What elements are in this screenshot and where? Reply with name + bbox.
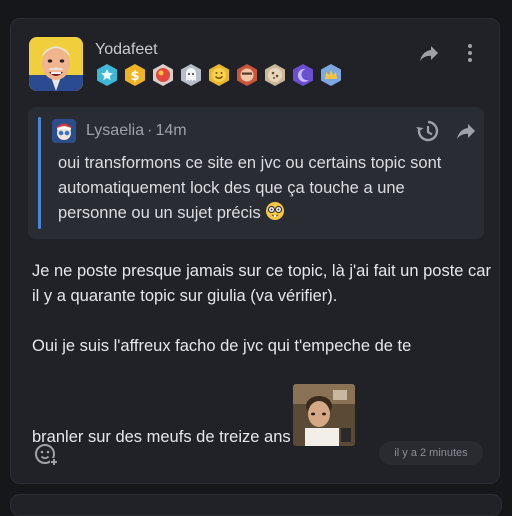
fire-badge-icon[interactable] (151, 63, 175, 87)
quote-time: 14m (155, 122, 187, 139)
smile-badge-icon[interactable] (207, 63, 231, 87)
username[interactable]: Yodafeet (95, 41, 158, 59)
badge-row: $ (95, 63, 343, 87)
quote-bar (38, 117, 41, 229)
share-icon[interactable] (417, 41, 441, 65)
quote-author[interactable]: Lysaelia · 14m (86, 122, 187, 140)
quote-author-name[interactable]: Lysaelia (86, 122, 144, 139)
history-icon[interactable] (414, 118, 440, 144)
quote-share-icon[interactable] (454, 119, 478, 143)
face-badge-icon[interactable] (235, 63, 259, 87)
ghost-badge-icon[interactable] (179, 63, 203, 87)
quote-text: oui transformons ce site en jvc ou certa… (58, 151, 468, 226)
dollar-badge-icon[interactable]: $ (123, 63, 147, 87)
quote-text-content: oui transformons ce site en jvc ou certa… (58, 154, 442, 222)
svg-text:$: $ (130, 69, 139, 84)
add-reaction-icon[interactable] (33, 441, 59, 467)
post-paragraph-1: Je ne poste presque jamais sur ce topic,… (32, 262, 491, 305)
quote-author-avatar[interactable] (52, 119, 76, 143)
next-post-card (10, 494, 502, 516)
user-avatar[interactable] (29, 37, 83, 91)
cookie-badge-icon[interactable] (263, 63, 287, 87)
quoted-post[interactable]: Lysaelia · 14m oui transformons ce site en… (28, 107, 484, 239)
post-body: Je ne poste presque jamais sur ce topic,… (32, 259, 492, 450)
moon-badge-icon[interactable] (291, 63, 315, 87)
more-options-icon[interactable] (461, 41, 479, 65)
quote-separator: · (147, 122, 153, 139)
post-timestamp: il y a 2 minutes (379, 441, 483, 465)
post-card: Yodafeet $ Lysaelia · 14m oui transformo… (10, 18, 500, 484)
post-paragraph-3-text: branler sur des meufs de treize ans (32, 428, 291, 446)
star-badge-icon[interactable] (95, 63, 119, 87)
nerd-face-emoji-icon (265, 201, 285, 221)
crown-badge-icon[interactable] (319, 63, 343, 87)
meme-image[interactable] (292, 384, 355, 446)
post-paragraph-2: Oui je suis l'affreux facho de jvc qui t… (32, 337, 412, 355)
